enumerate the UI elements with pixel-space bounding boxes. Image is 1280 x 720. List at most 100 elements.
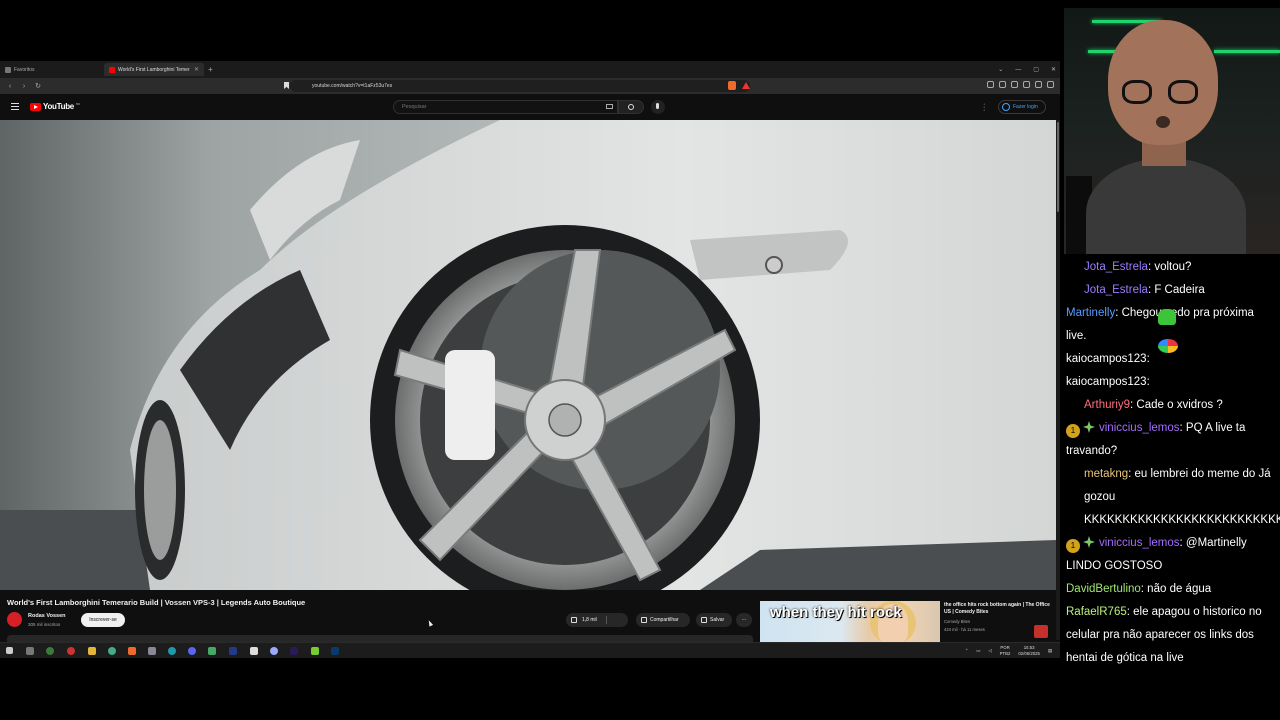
extension-icon[interactable]: [1011, 81, 1018, 88]
youtube-favicon-icon: [109, 66, 115, 73]
clock[interactable]: 15:53 02/06/2025: [1018, 645, 1040, 656]
app-icon[interactable]: [208, 647, 216, 655]
volume-icon[interactable]: ◁: [988, 648, 991, 654]
new-tab-icon[interactable]: +: [208, 65, 213, 74]
premiere-icon[interactable]: [290, 647, 298, 655]
like-button[interactable]: 1,8 mil: [566, 613, 628, 627]
tab-bar: Favoritos World's First Lamborghini Teme…: [0, 61, 1060, 78]
more-vert-icon[interactable]: · · ·: [983, 101, 985, 114]
youtube-logo[interactable]: YouTube BR: [30, 102, 80, 111]
chrome-icon[interactable]: [108, 647, 116, 655]
extension-icon[interactable]: [987, 81, 994, 88]
recommended-meta: 424 mil · há 11 meses: [944, 627, 985, 632]
recommended-title[interactable]: the office hits rock bottom again | The …: [944, 602, 1052, 616]
extension-icon[interactable]: [999, 81, 1006, 88]
language-indicator[interactable]: POR PTB2: [1000, 645, 1011, 656]
menu-icon[interactable]: [11, 103, 19, 110]
chat-username[interactable]: viniccius_lemos: [1099, 537, 1180, 549]
brave-rewards-icon[interactable]: [742, 82, 750, 89]
chevron-down-icon[interactable]: ⌄: [998, 66, 1003, 73]
glasses-icon: [1168, 80, 1198, 104]
subscribe-button[interactable]: Inscrever-se: [81, 613, 125, 627]
chat-username[interactable]: DavidBertulino: [1066, 583, 1141, 595]
sub-badge-icon: 1: [1066, 539, 1080, 553]
scrollbar-thumb[interactable]: [1057, 122, 1059, 212]
recommended-thumbnail[interactable]: when they hit rock: [760, 601, 940, 643]
chevron-up-icon[interactable]: ⌃: [965, 648, 969, 654]
bookmark-icon[interactable]: [284, 82, 289, 89]
app-icon[interactable]: [168, 647, 176, 655]
audition-icon[interactable]: [229, 647, 237, 655]
taskbar: ⌃ ▭ ◁ POR PTB2 15:53 02/06/2025 ▤: [0, 642, 1060, 658]
save-button[interactable]: Salvar: [696, 613, 732, 627]
maximize-icon[interactable]: ▢: [1033, 66, 1039, 73]
streamer-body: [1086, 158, 1246, 254]
menu-icon[interactable]: [1047, 81, 1054, 88]
video-player[interactable]: [0, 120, 1056, 590]
emote-icon: [1158, 339, 1178, 353]
search-input[interactable]: Pesquisar: [393, 100, 618, 114]
url-field[interactable]: youtube.com/watch?v=t1aFz53u7es: [284, 80, 750, 92]
chat-text: : não de água: [1140, 583, 1212, 595]
system-tray: ⌃ ▭ ◁ POR PTB2 15:53 02/06/2025 ▤: [965, 645, 1052, 656]
chat-username[interactable]: Jota_Estrela: [1084, 261, 1148, 273]
channel-avatar[interactable]: [7, 612, 22, 627]
browser-window: Favoritos World's First Lamborghini Teme…: [0, 61, 1060, 658]
extension-icon[interactable]: [1035, 81, 1042, 88]
close-window-icon[interactable]: ✕: [1051, 66, 1056, 73]
chat-message: DavidBertulino: não de água: [1060, 578, 1280, 601]
chat-text: : F Cadeira: [1147, 284, 1205, 296]
discord-icon[interactable]: [188, 647, 196, 655]
share-label: Compartilhar: [650, 617, 679, 623]
app-icon[interactable]: [270, 647, 278, 655]
keyboard-icon[interactable]: [606, 104, 613, 109]
forward-icon[interactable]: ›: [20, 83, 28, 90]
folder-icon[interactable]: [88, 647, 96, 655]
app-icon[interactable]: [46, 647, 54, 655]
share-icon: [641, 617, 647, 623]
recommended-channel[interactable]: Comedy Bites: [944, 619, 970, 624]
url-text: youtube.com/watch?v=t1aFz53u7es: [312, 83, 393, 89]
notification-icon[interactable]: ▤: [1048, 648, 1052, 654]
channel-name[interactable]: Rodas Vossen: [28, 613, 66, 619]
chat-username[interactable]: RafaelR765: [1066, 606, 1127, 618]
extension-icon[interactable]: [1023, 81, 1030, 88]
save-icon: [701, 617, 707, 623]
signin-button[interactable]: Fazer login: [998, 100, 1046, 114]
brave-icon[interactable]: [128, 647, 136, 655]
emote-icon: [1158, 309, 1176, 325]
photoshop-icon[interactable]: [331, 647, 339, 655]
more-button[interactable]: ···: [736, 613, 752, 627]
user-icon: [1002, 103, 1010, 111]
chat-username[interactable]: metakng: [1084, 468, 1128, 480]
close-tab-icon[interactable]: ✕: [194, 66, 199, 73]
minimize-icon[interactable]: —: [1015, 67, 1021, 73]
network-icon[interactable]: ▭: [976, 648, 980, 654]
back-icon[interactable]: ‹: [6, 83, 14, 90]
chat-username[interactable]: kaiocampos123: [1066, 376, 1147, 388]
reload-icon[interactable]: ↻: [34, 82, 42, 90]
tab-favorites[interactable]: Favoritos: [0, 63, 100, 76]
signin-label: Fazer login: [1013, 104, 1038, 110]
chat-username[interactable]: Jota_Estrela: [1084, 284, 1148, 296]
subscriber-count: 305 mil inscritos: [28, 622, 61, 627]
led-shelf: [1214, 50, 1280, 53]
chat-username[interactable]: Arthuriy9: [1084, 399, 1130, 411]
task-view-icon[interactable]: [26, 647, 34, 655]
calculator-icon[interactable]: [148, 647, 156, 655]
chat-username[interactable]: kaiocampos123: [1066, 353, 1147, 365]
mic-icon[interactable]: [651, 100, 665, 114]
chat-message: Jota_Estrela: F Cadeira: [1060, 279, 1280, 302]
start-icon[interactable]: [6, 647, 13, 654]
sparkle-badge-icon: [1083, 421, 1095, 433]
app-icon[interactable]: [250, 647, 258, 655]
share-button[interactable]: Compartilhar: [636, 613, 690, 627]
brave-shield-icon[interactable]: [728, 81, 736, 90]
chat-message: 1 viniccius_lemos: PQ A live ta travando?: [1060, 417, 1280, 463]
chat-username[interactable]: viniccius_lemos: [1099, 422, 1180, 434]
chat-username[interactable]: Martinelly: [1066, 307, 1115, 319]
app-icon[interactable]: [67, 647, 75, 655]
tab-video[interactable]: World's First Lamborghini Temer ✕: [104, 63, 204, 76]
app-icon[interactable]: [311, 647, 319, 655]
search-button[interactable]: [618, 100, 644, 114]
